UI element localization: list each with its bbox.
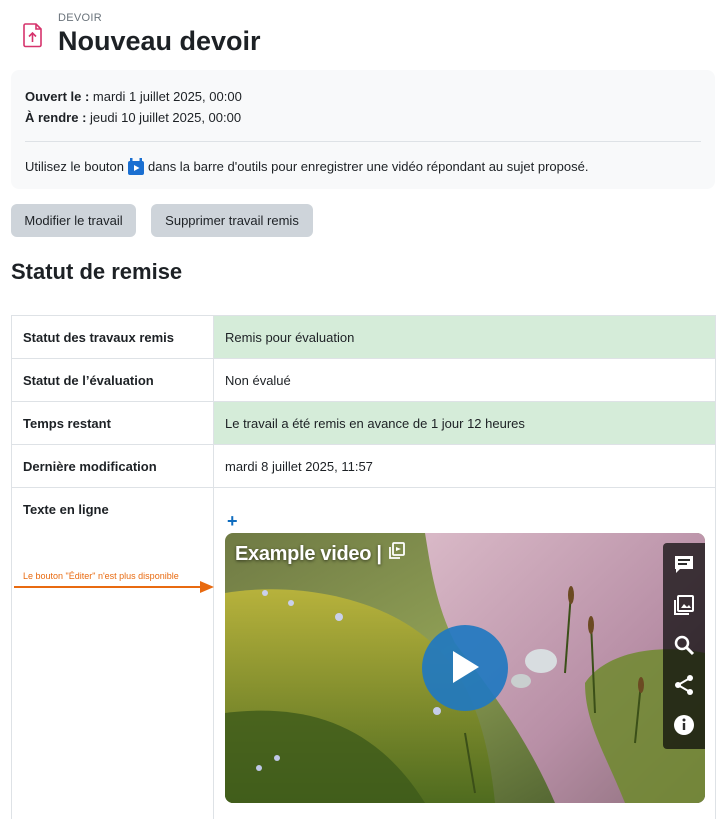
table-row: Statut des travaux remis Remis pour éval…	[11, 315, 716, 359]
gallery-button[interactable]	[663, 587, 705, 627]
table-row: Temps restant Le travail a été remis en …	[11, 401, 716, 445]
video-title: Example video |	[235, 542, 406, 566]
copy-link-icon[interactable]	[388, 542, 406, 566]
due-label: À rendre :	[25, 110, 87, 125]
row-value: Remis pour évaluation	[213, 315, 716, 359]
table-row: Statut de l’évaluation Non évalué	[11, 358, 716, 402]
row-label: Texte en ligne	[11, 487, 214, 819]
chat-button[interactable]	[663, 547, 705, 587]
annotation-arrow	[14, 581, 214, 593]
edit-submission-button[interactable]: Modifier le travail	[11, 204, 136, 237]
play-icon	[449, 649, 481, 688]
due-date: À rendre : jeudi 10 juillet 2025, 00:00	[25, 107, 701, 128]
row-label: Dernière modification	[11, 444, 214, 488]
play-button[interactable]	[422, 625, 508, 711]
info-divider	[25, 141, 701, 142]
row-label: Temps restant	[11, 401, 214, 445]
row-label: Statut de l’évaluation	[11, 358, 214, 402]
info-button[interactable]	[663, 707, 705, 747]
info-icon	[673, 714, 695, 741]
row-value: Le travail a été remis en avance de 1 jo…	[213, 401, 716, 445]
row-value: Non évalué	[213, 358, 716, 402]
video-title-text: Example video |	[235, 542, 382, 565]
due-value: jeudi 10 juillet 2025, 00:00	[90, 110, 242, 125]
submission-status-heading: Statut de remise	[11, 259, 183, 284]
assignment-info-box: Ouvert le : mardi 1 juillet 2025, 00:00 …	[11, 70, 715, 189]
embedded-video[interactable]: Example video |	[225, 533, 705, 803]
search-icon	[673, 634, 695, 661]
page-title: Nouveau devoir	[58, 26, 261, 56]
instructions-after: dans la barre d'outils pour enregistrer …	[148, 159, 589, 174]
chat-icon	[673, 554, 695, 581]
gallery-icon	[673, 594, 695, 621]
share-button[interactable]	[663, 667, 705, 707]
page-header: DEVOIR Nouveau devoir	[22, 10, 261, 57]
search-button[interactable]	[663, 627, 705, 667]
opened-value: mardi 1 juillet 2025, 00:00	[92, 89, 242, 104]
table-row: Dernière modification mardi 8 juillet 20…	[11, 444, 716, 488]
expand-online-text-link[interactable]: +	[227, 512, 238, 530]
share-icon	[673, 674, 695, 701]
row-value: mardi 8 juillet 2025, 11:57	[213, 444, 716, 488]
row-label: Statut des travaux remis	[11, 315, 214, 359]
video-record-icon	[128, 158, 144, 175]
instructions-text: Utilisez le bouton dans la barre d'outil…	[25, 158, 701, 175]
instructions-before: Utilisez le bouton	[25, 159, 124, 174]
opened-date: Ouvert le : mardi 1 juillet 2025, 00:00	[25, 86, 701, 107]
page-kicker: DEVOIR	[58, 12, 102, 24]
opened-label: Ouvert le :	[25, 89, 90, 104]
assignment-upload-icon	[22, 22, 46, 50]
delete-submission-button[interactable]: Supprimer travail remis	[151, 204, 313, 237]
video-side-toolbar	[663, 543, 705, 749]
